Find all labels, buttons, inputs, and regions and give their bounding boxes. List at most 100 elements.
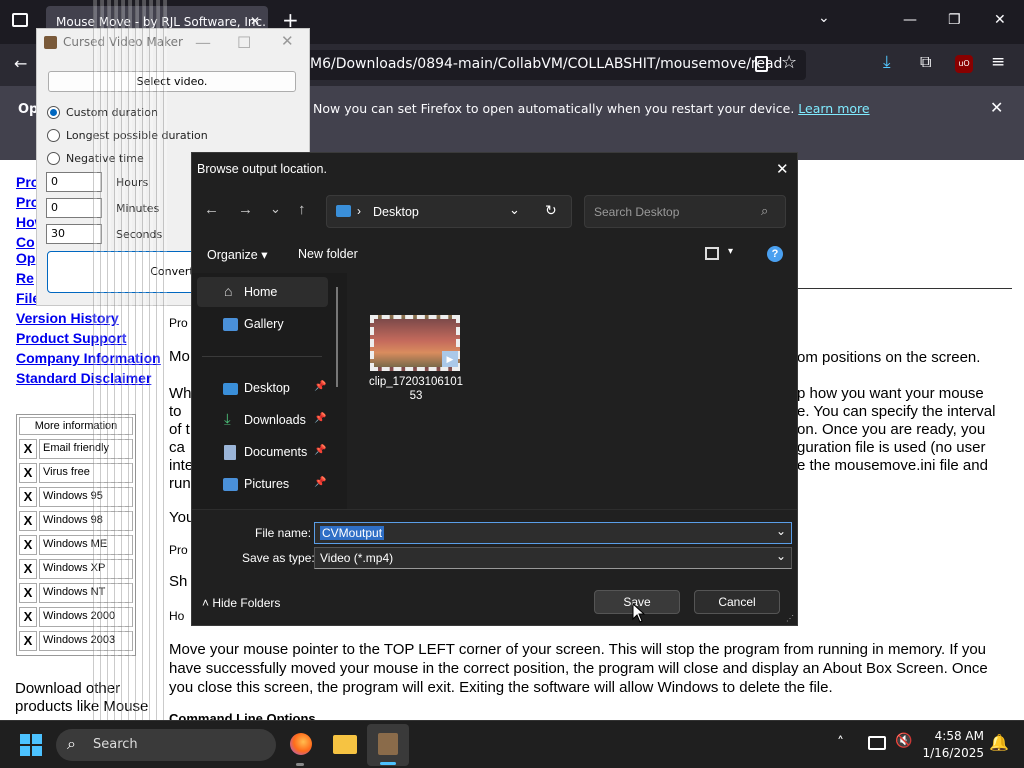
text-fragment: Mo [169,348,190,365]
volume-muted-icon[interactable]: 🔇 [895,733,912,749]
chevron-down-icon[interactable]: ⌄ [509,202,520,218]
check-mark: X [19,511,37,531]
features-table: More information X Email friendly X Virus … [16,414,136,656]
nav-link[interactable]: Re [16,270,34,286]
custom-duration-radio[interactable] [47,106,60,119]
pictures-icon [223,478,238,491]
chevron-down-icon[interactable]: ⌄ [818,10,830,26]
minimize-icon[interactable]: — [195,33,211,52]
text-fragment: p how you want your mouse [797,385,984,402]
file-name-field[interactable]: CVMoutput ⌄ [314,522,792,544]
chevron-down-icon[interactable]: ⌄ [776,549,786,563]
chevron-up-icon[interactable]: ˄ [837,735,844,751]
text-fragment: Pro [169,316,188,330]
bookmark-star-icon[interactable]: ☆ [781,52,797,73]
feature-label: Windows ME [39,535,133,555]
hours-value: 0 [51,175,58,188]
taskbar-date[interactable]: 1/16/2025 [918,746,984,760]
resize-grip-icon[interactable]: ⋰ [786,614,794,623]
learn-more-link[interactable]: Learn more [798,101,869,116]
up-icon[interactable]: ↑ [298,201,306,218]
menu-icon[interactable]: ≡ [991,52,1005,72]
notice-message: Now you can set Firefox to open automati… [313,101,795,116]
forward-icon[interactable]: → [238,201,253,218]
nav-item-desktop[interactable]: Desktop [244,381,290,395]
minimize-icon[interactable]: — [903,12,917,28]
seconds-input[interactable]: 30 [46,224,102,244]
refresh-icon[interactable]: ↻ [545,202,557,219]
notification-bell-icon[interactable]: 🔔 [989,733,1009,752]
desktop-icon [336,205,351,217]
back-icon[interactable]: ← [14,54,27,73]
file-explorer-icon[interactable] [333,735,357,754]
url-bar[interactable]: M6/Downloads/0894-main/CollabVM/COLLABSH… [300,50,806,80]
feature-label: Windows 95 [39,487,133,507]
nav-item-gallery[interactable]: Gallery [244,317,284,331]
nav-link-company-information[interactable]: Company Information [16,350,161,366]
text-fragment: Wh [169,385,192,402]
taskbar-time[interactable]: 4:58 AM [932,729,984,743]
scrollbar[interactable] [336,287,338,387]
minutes-input[interactable]: 0 [46,198,102,218]
close-tab-icon[interactable]: ✕ [250,14,260,28]
tab-list-icon[interactable] [12,13,28,27]
nav-link-version-history[interactable]: Version History [16,310,119,326]
nav-link-product-support[interactable]: Product Support [16,330,126,346]
tab-title: Mouse Move - by RJL Software, Inc. [56,15,266,29]
close-window-icon[interactable]: ✕ [994,12,1006,28]
network-icon[interactable] [868,736,886,750]
feature-label: Virus free [39,463,133,483]
nav-link[interactable]: Op [16,250,35,266]
close-notice-icon[interactable]: ✕ [990,98,1003,117]
downloads-icon[interactable]: ⤓ [883,52,891,72]
chevron-down-icon[interactable]: ⌄ [776,524,786,538]
maximize-icon[interactable]: ☐ [237,33,251,52]
hours-input[interactable]: 0 [46,172,102,192]
address-bar[interactable]: › Desktop ⌄ ↻ [326,195,572,228]
nav-link[interactable]: Co [16,234,35,250]
check-mark: X [19,607,37,627]
minutes-label: Minutes [116,202,160,215]
check-mark: X [19,583,37,603]
start-icon[interactable] [20,734,42,756]
select-video-label: Select video. [136,75,208,88]
back-icon[interactable]: ← [204,201,219,218]
close-icon[interactable]: ✕ [281,32,294,50]
type-select[interactable]: Video (*.mp4) ⌄ [314,547,792,569]
search-placeholder: Search Desktop [594,205,680,219]
feature-row: X Windows 98 [19,509,133,533]
nav-item-pictures[interactable]: Pictures [244,477,289,491]
taskbar-search[interactable]: ⌕ Search [56,729,276,761]
cancel-button[interactable]: Cancel [694,590,780,614]
check-mark: X [19,487,37,507]
text-fragment: guration file is used (no user [797,439,986,456]
view-chevron-icon[interactable]: ▾ [728,246,733,257]
check-mark: X [19,559,37,579]
nav-item-documents[interactable]: Documents [244,445,307,459]
ublock-icon[interactable]: uO [955,55,973,73]
negative-time-radio[interactable] [47,152,60,165]
cursed-video-maker-taskbar-button[interactable] [367,724,409,766]
restore-icon[interactable]: ❐ [948,12,961,28]
nav-item-downloads[interactable]: Downloads [244,413,306,427]
text-fragment: ca [169,439,185,456]
view-options-icon[interactable] [705,247,719,260]
reader-view-icon[interactable] [755,56,768,72]
pin-icon: 📌 [314,477,327,488]
hide-folders-button[interactable]: ˄ Hide Folders [202,596,280,610]
close-icon[interactable]: ✕ [776,160,789,178]
select-video-button[interactable]: Select video. [48,71,296,92]
search-input[interactable]: Search Desktop ⌕ [584,195,786,228]
help-icon[interactable]: ? [767,246,783,262]
nav-link-standard-disclaimer[interactable]: Standard Disclaimer [16,370,151,386]
recent-locations-icon[interactable]: ⌄ [270,201,281,217]
extensions-icon[interactable]: ⧉ [920,52,931,72]
save-dialog: Browse output location. ✕ ← → ⌄ ↑ › Desk… [191,152,798,626]
longest-duration-radio[interactable] [47,129,60,142]
new-folder-button[interactable]: New folder [298,247,358,261]
organize-menu[interactable]: Organize ▾ [207,247,267,262]
home-icon: ⌂ [224,283,233,299]
file-item[interactable]: ▶ clip_17203106101 53 [364,313,468,409]
firefox-icon[interactable] [290,733,312,755]
organize-label: Organize [207,248,258,262]
